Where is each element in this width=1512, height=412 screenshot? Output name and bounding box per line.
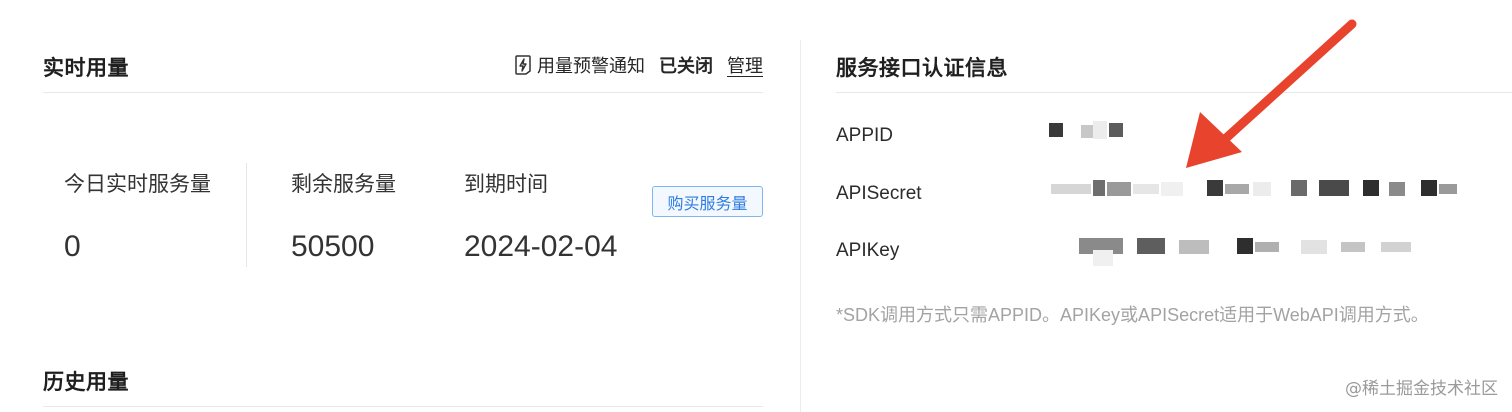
apisecret-value-redacted	[1041, 178, 1481, 204]
stat-expiry-date: 到期时间 2024-02-04	[464, 168, 617, 263]
buy-service-button[interactable]: 购买服务量	[652, 186, 763, 217]
stat-today-service: 今日实时服务量 0	[64, 168, 211, 263]
auth-info-title: 服务接口认证信息	[836, 56, 1008, 80]
auth-header-divider	[836, 92, 1512, 93]
appid-value-redacted	[1041, 121, 1481, 147]
history-usage-title: 历史用量	[43, 370, 129, 394]
manage-link[interactable]: 管理	[727, 52, 763, 78]
auth-info-panel: 服务接口认证信息 APPID APISecret APIKey *SDK调用方式…	[801, 0, 1512, 412]
apisecret-label: APISecret	[836, 183, 922, 204]
lightning-bolt-icon	[513, 54, 533, 76]
apikey-value-redacted	[1041, 236, 1481, 266]
stat-label: 剩余服务量	[291, 172, 396, 196]
stat-label: 今日实时服务量	[64, 172, 211, 196]
usage-alert-label[interactable]: 用量预警通知	[537, 52, 645, 78]
apikey-label: APIKey	[836, 240, 900, 261]
usage-alert-status: 已关闭	[659, 56, 713, 77]
stat-value: 0	[64, 230, 81, 263]
realtime-usage-title: 实时用量	[43, 56, 129, 80]
stat-value: 2024-02-04	[464, 230, 618, 263]
appid-label: APPID	[836, 125, 894, 146]
stat-value: 50500	[291, 230, 375, 263]
watermark-text: @稀土掘金技术社区	[1345, 379, 1498, 399]
realtime-usage-panel: 实时用量 用量预警通知 已关闭 管理 今日实时服务量 0 剩余服务量 50500…	[0, 0, 800, 412]
history-divider	[43, 406, 763, 407]
stat-divider	[246, 163, 247, 267]
stat-label: 到期时间	[464, 172, 548, 196]
stat-remaining-service: 剩余服务量 50500	[291, 168, 396, 263]
usage-alert-group: 用量预警通知 已关闭 管理	[513, 52, 763, 78]
header-divider	[43, 92, 763, 93]
sdk-usage-note: *SDK调用方式只需APPID。APIKey或APISecret适用于WebAP…	[836, 305, 1429, 325]
